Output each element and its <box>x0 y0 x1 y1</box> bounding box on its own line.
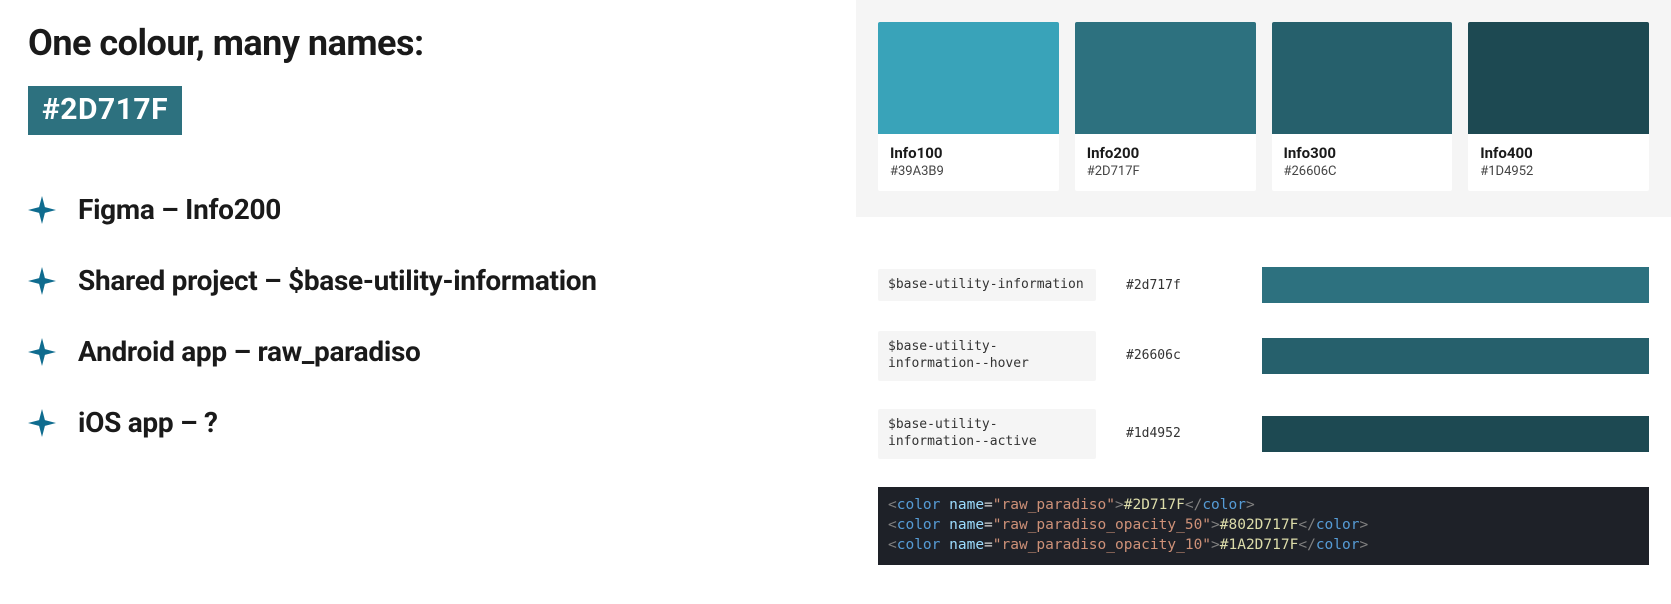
list-item-label: Figma – Info200 <box>78 193 281 226</box>
list-item: Figma – Info200 <box>28 193 828 226</box>
swatch-card: Info400 #1D4952 <box>1468 22 1649 191</box>
list-item-label: Android app – raw_paradiso <box>78 335 421 368</box>
token-hex: #1d4952 <box>1096 426 1256 441</box>
table-row: $base-utility-information--hover #26606c <box>878 331 1649 381</box>
list-item-label: iOS app – ? <box>78 406 218 439</box>
swatch-hex: #39A3B9 <box>890 164 1047 179</box>
sparkle-icon <box>28 338 56 366</box>
swatch-meta: Info200 #2D717F <box>1075 134 1256 191</box>
code-block: <color name="raw_paradiso">#2D717F</colo… <box>878 487 1649 566</box>
right-column: Info100 #39A3B9 Info200 #2D717F Info300 … <box>856 0 1671 565</box>
token-swatch <box>1262 267 1649 303</box>
swatch-hex: #1D4952 <box>1480 164 1637 179</box>
sparkle-icon <box>28 267 56 295</box>
swatch-card: Info200 #2D717F <box>1075 22 1256 191</box>
swatch-color <box>1468 22 1649 134</box>
list-item-label: Shared project – $base-utility-informati… <box>78 264 597 297</box>
swatch-meta: Info400 #1D4952 <box>1468 134 1649 191</box>
palette-panel: Info100 #39A3B9 Info200 #2D717F Info300 … <box>856 0 1671 217</box>
token-name: $base-utility-information <box>878 269 1096 302</box>
swatch-color <box>1272 22 1453 134</box>
left-column: One colour, many names: #2D717F Figma – … <box>28 22 828 477</box>
bullet-list: Figma – Info200 Shared project – $base-u… <box>28 193 828 439</box>
sparkle-icon <box>28 196 56 224</box>
sparkle-icon <box>28 409 56 437</box>
swatch-color <box>1075 22 1256 134</box>
swatch-name: Info100 <box>890 144 1047 162</box>
table-row: $base-utility-information--active #1d495… <box>878 409 1649 459</box>
swatch-meta: Info100 #39A3B9 <box>878 134 1059 191</box>
page-title: One colour, many names: <box>28 22 828 64</box>
token-table: $base-utility-information #2d717f $base-… <box>856 267 1671 459</box>
token-swatch <box>1262 338 1649 374</box>
hex-badge: #2D717F <box>28 86 182 135</box>
swatch-card: Info100 #39A3B9 <box>878 22 1059 191</box>
swatch-name: Info300 <box>1284 144 1441 162</box>
token-swatch <box>1262 416 1649 452</box>
swatch-name: Info200 <box>1087 144 1244 162</box>
token-hex: #2d717f <box>1096 278 1256 293</box>
token-name: $base-utility-information--active <box>878 409 1096 459</box>
swatch-hex: #26606C <box>1284 164 1441 179</box>
swatch-card: Info300 #26606C <box>1272 22 1453 191</box>
token-hex: #26606c <box>1096 348 1256 363</box>
swatch-meta: Info300 #26606C <box>1272 134 1453 191</box>
list-item: iOS app – ? <box>28 406 828 439</box>
list-item: Android app – raw_paradiso <box>28 335 828 368</box>
token-name: $base-utility-information--hover <box>878 331 1096 381</box>
table-row: $base-utility-information #2d717f <box>878 267 1649 303</box>
swatch-color <box>878 22 1059 134</box>
list-item: Shared project – $base-utility-informati… <box>28 264 828 297</box>
swatch-hex: #2D717F <box>1087 164 1244 179</box>
swatch-name: Info400 <box>1480 144 1637 162</box>
